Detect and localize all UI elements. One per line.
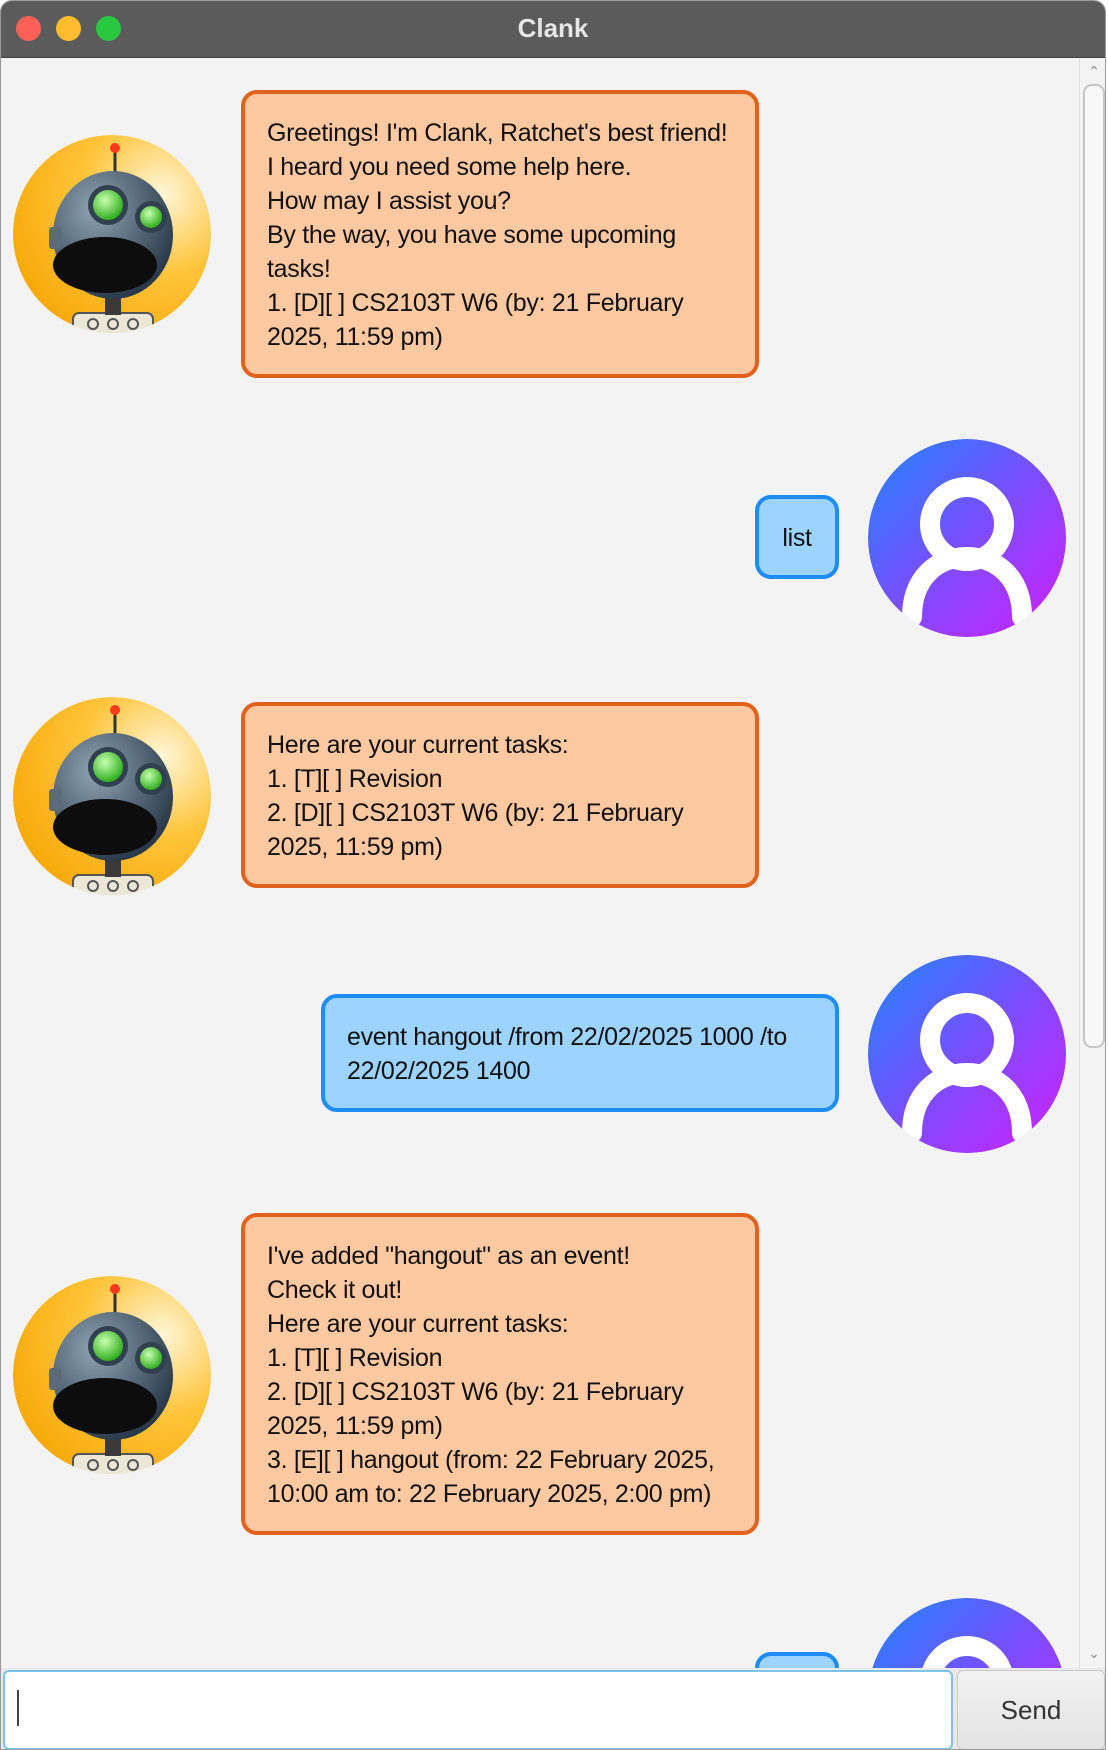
user-message-bubble: list [755,495,839,579]
dialog-container[interactable]: Greetings! I'm Clank, Ratchet's best fri… [1,58,1079,1668]
bot-avatar [13,697,211,895]
user-avatar [868,439,1066,637]
bot-message-bubble: I've added "hangout" as an event! Check … [241,1213,759,1535]
bot-message-bubble: Here are your current tasks: 1. [T][ ] R… [241,702,759,888]
vertical-scrollbar[interactable]: ⌃ ⌄ [1079,58,1105,1668]
scroll-thumb[interactable] [1083,84,1105,1048]
message-input[interactable] [3,1670,953,1749]
scroll-down-icon[interactable]: ⌄ [1087,1646,1101,1660]
app-window: Clank Greetings! I'm Clank, Ratchet's be… [0,0,1106,1750]
robot-clank-icon [13,135,211,333]
robot-clank-icon [13,697,211,895]
user-profile-icon [872,1598,1062,1668]
user-profile-icon [868,955,1066,1153]
send-button[interactable]: Send [957,1670,1105,1749]
robot-clank-icon [13,1276,211,1474]
input-bar: Send [1,1668,1105,1749]
bot-avatar [13,1276,211,1474]
user-message-bubble: event hangout /from 22/02/2025 1000 /to … [321,994,839,1112]
scroll-up-icon[interactable]: ⌃ [1087,64,1101,78]
user-avatar [868,1598,1066,1668]
bot-avatar [13,135,211,333]
text-caret [17,1690,19,1726]
user-profile-icon [868,439,1066,637]
title-bar: Clank [1,1,1105,58]
user-message-bubble-partial [755,1652,839,1668]
user-avatar [868,955,1066,1153]
window-title: Clank [517,13,589,43]
bot-message-bubble: Greetings! I'm Clank, Ratchet's best fri… [241,90,759,378]
